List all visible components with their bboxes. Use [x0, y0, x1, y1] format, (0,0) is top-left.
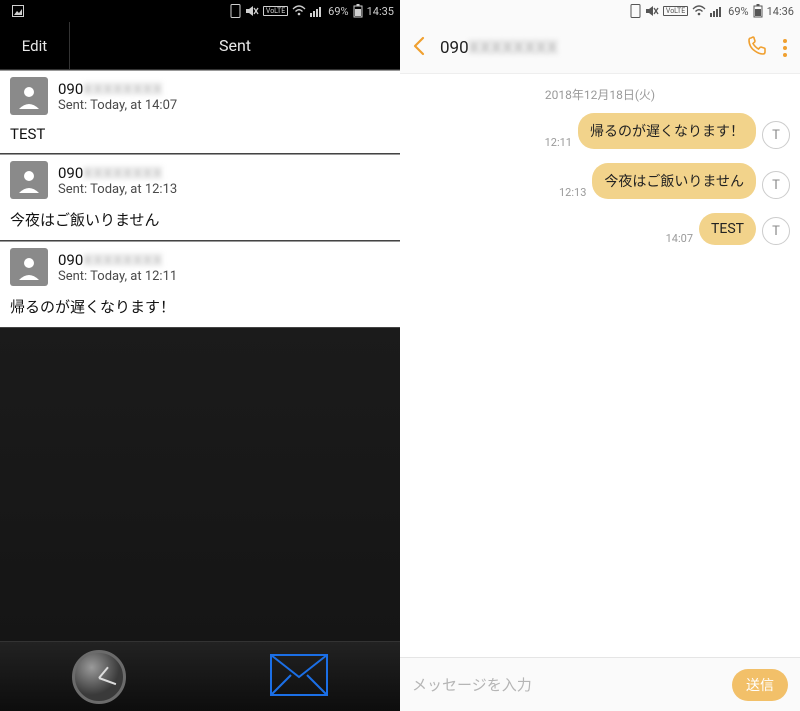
card-icon	[230, 4, 241, 18]
message-row: 12:13 今夜はご飯いりません T	[410, 163, 790, 199]
message-body: 今夜はご飯いりません	[10, 209, 390, 230]
avatar-icon	[10, 77, 48, 115]
chat-bubble[interactable]: 今夜はご飯いりません	[592, 163, 756, 199]
message-item[interactable]: 090XXXXXXXX Sent: Today, at 12:13 今夜はご飯い…	[0, 154, 400, 241]
compose-bar: メッセージを入力 送信	[400, 657, 800, 711]
bubble-time: 12:11	[545, 136, 572, 149]
message-sentline: Sent: Today, at 12:13	[58, 182, 177, 197]
edit-button[interactable]: Edit	[0, 22, 70, 69]
message-item[interactable]: 090XXXXXXXX Sent: Today, at 14:07 TEST	[0, 70, 400, 154]
status-time-right: 14:36	[767, 5, 794, 18]
message-number: 090XXXXXXXX	[58, 164, 177, 182]
chat-bubble[interactable]: 帰るのが遅くなります！	[578, 113, 756, 149]
bubble-avatar: T	[762, 171, 790, 199]
bubble-time: 14:07	[666, 232, 693, 245]
sent-list: 090XXXXXXXX Sent: Today, at 14:07 TEST 0…	[0, 70, 400, 328]
right-phone: VoLTE 69% 14:36 090XXXXXXXX 2018年12月18日(…	[400, 0, 800, 711]
compose-input[interactable]: メッセージを入力	[412, 674, 722, 695]
message-body: TEST	[10, 125, 390, 143]
picture-icon	[12, 5, 24, 17]
mute-icon	[245, 4, 259, 18]
chat-body: 2018年12月18日(火) 12:11 帰るのが遅くなります！ T 12:13…	[400, 74, 800, 657]
avatar-icon	[10, 248, 48, 286]
clock-icon[interactable]	[72, 650, 126, 704]
chat-header: 090XXXXXXXX	[400, 22, 800, 74]
chat-title[interactable]: 090XXXXXXXX	[440, 38, 732, 58]
left-phone: VoLTE 69% 14:35 Edit Sent 090XXXXXXXX	[0, 0, 400, 711]
battery-percent: 69%	[328, 5, 348, 18]
avatar-icon	[10, 161, 48, 199]
back-button[interactable]	[412, 36, 426, 60]
message-item[interactable]: 090XXXXXXXX Sent: Today, at 12:11 帰るのが遅く…	[0, 241, 400, 328]
status-bar-left: VoLTE 69% 14:35	[0, 0, 400, 22]
bubble-avatar: T	[762, 121, 790, 149]
message-row: 12:11 帰るのが遅くなります！ T	[410, 113, 790, 149]
signal-icon	[710, 5, 724, 17]
more-button[interactable]	[782, 38, 788, 58]
status-time-left: 14:35	[367, 5, 394, 18]
message-sentline: Sent: Today, at 14:07	[58, 98, 177, 113]
chat-bubble[interactable]: TEST	[699, 213, 756, 245]
status-bar-right: VoLTE 69% 14:36	[400, 0, 800, 22]
nav-bar: Edit Sent	[0, 22, 400, 70]
send-button[interactable]: 送信	[732, 669, 788, 701]
mail-icon[interactable]	[269, 653, 329, 701]
card-icon	[630, 4, 641, 18]
empty-area	[0, 328, 400, 641]
date-separator: 2018年12月18日(火)	[410, 86, 790, 103]
message-number: 090XXXXXXXX	[58, 80, 177, 98]
screen-title: Sent	[70, 36, 400, 55]
call-button[interactable]	[746, 35, 768, 61]
battery-icon	[753, 4, 763, 18]
volte-icon: VoLTE	[663, 6, 688, 16]
wifi-icon	[692, 5, 706, 17]
bubble-time: 12:13	[559, 186, 586, 199]
message-row: 14:07 TEST T	[410, 213, 790, 245]
bubble-avatar: T	[762, 217, 790, 245]
message-number: 090XXXXXXXX	[58, 251, 177, 269]
mute-icon	[645, 4, 659, 18]
battery-percent: 69%	[728, 5, 748, 18]
wifi-icon	[292, 5, 306, 17]
message-body: 帰るのが遅くなります！	[10, 296, 390, 317]
battery-icon	[353, 4, 363, 18]
signal-icon	[310, 5, 324, 17]
bottom-dock	[0, 641, 400, 711]
message-sentline: Sent: Today, at 12:11	[58, 269, 177, 284]
volte-icon: VoLTE	[263, 6, 288, 16]
